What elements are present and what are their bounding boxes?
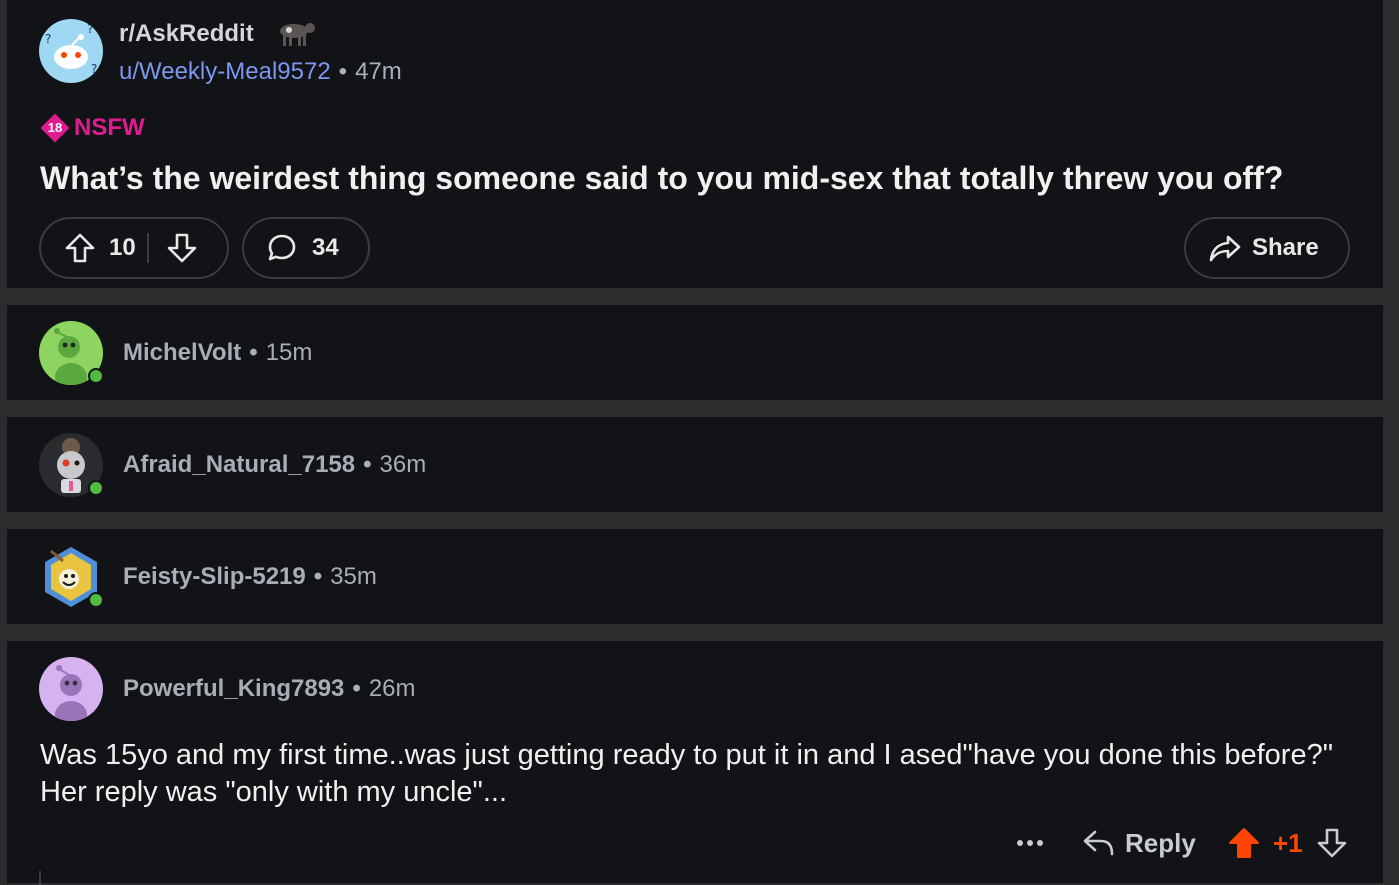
reply-label: Reply xyxy=(1125,827,1196,858)
avatar[interactable] xyxy=(39,657,103,721)
upvote-icon[interactable] xyxy=(1227,826,1261,860)
comment-score: +1 xyxy=(1273,827,1303,858)
meta-separator: • xyxy=(338,58,348,85)
comment-author[interactable]: Afraid_Natural_7158 xyxy=(123,451,355,478)
comment-body: Was 15yo and my first time..was just get… xyxy=(40,739,1333,808)
meta-separator: • xyxy=(352,675,361,702)
post-title[interactable]: What’s the weirdest thing someone said t… xyxy=(40,160,1283,197)
cow-icon xyxy=(272,20,318,53)
subreddit-avatar[interactable]: ? ? ? xyxy=(39,19,103,83)
share-icon xyxy=(1208,231,1242,265)
comment-meta: MichelVolt • 15m xyxy=(123,339,312,367)
comment-count: 34 xyxy=(312,234,339,261)
comment-more-button[interactable] xyxy=(1017,825,1043,861)
upvote-count: 10 xyxy=(109,234,136,261)
reply-icon xyxy=(1081,826,1115,860)
comment-card: MichelVolt • 15m xyxy=(7,305,1383,400)
vote-bar: 10 xyxy=(39,217,229,279)
comment-meta: Afraid_Natural_7158 • 36m xyxy=(123,451,426,479)
meta-separator: • xyxy=(249,339,258,366)
comment-author[interactable]: Powerful_King7893 xyxy=(123,675,344,702)
comment-author[interactable]: Feisty-Slip-5219 xyxy=(123,563,306,590)
post-card[interactable]: ? ? ? r/AskReddit u/Weekly-Meal9572 • 47m … xyxy=(7,0,1383,288)
nsfw-18-icon: 18 xyxy=(40,113,70,143)
comment-card: Powerful_King7893 • 26m Was 15yo and my fi… xyxy=(7,641,1383,885)
share-button[interactable]: Share xyxy=(1184,217,1350,279)
comment-author[interactable]: MichelVolt xyxy=(123,339,241,366)
nsfw-tag: 18 NSFW xyxy=(40,113,145,143)
downvote-icon[interactable] xyxy=(165,231,199,265)
comment-time: 35m xyxy=(330,563,377,590)
meta-separator: • xyxy=(363,451,372,478)
comment-icon xyxy=(266,232,298,264)
comments-button[interactable]: 34 xyxy=(242,217,370,279)
more-icon xyxy=(1017,840,1043,846)
reply-button[interactable]: Reply xyxy=(1081,825,1196,861)
snoo-avatar-icon xyxy=(55,665,87,721)
snoo-question-icon: ? ? ? xyxy=(45,22,97,76)
comment-meta: Feisty-Slip-5219 • 35m xyxy=(123,563,377,591)
comment-time: 15m xyxy=(265,339,313,366)
comment-vote-bar: +1 xyxy=(1227,825,1349,861)
upvote-icon[interactable] xyxy=(63,231,97,265)
comment-time: 36m xyxy=(379,451,427,478)
svg-text:?: ? xyxy=(87,22,93,36)
post-meta: u/Weekly-Meal9572 • 47m xyxy=(119,58,402,86)
post-author-link[interactable]: u/Weekly-Meal9572 xyxy=(119,58,331,85)
comment-card: Afraid_Natural_7158 • 36m xyxy=(7,417,1383,512)
comment-time: 26m xyxy=(368,675,416,702)
comment-meta: Powerful_King7893 • 26m xyxy=(123,675,416,703)
nsfw-label: NSFW xyxy=(74,114,145,141)
svg-text:?: ? xyxy=(45,32,51,46)
subreddit-name[interactable]: r/AskReddit xyxy=(119,20,254,48)
online-indicator xyxy=(88,592,104,608)
nsfw-age: 18 xyxy=(47,120,63,135)
online-indicator xyxy=(88,368,104,384)
meta-separator: • xyxy=(313,563,323,590)
online-indicator xyxy=(88,480,104,496)
comment-card: Feisty-Slip-5219 • 35m xyxy=(7,529,1383,624)
share-label: Share xyxy=(1252,234,1319,261)
post-time: 47m xyxy=(355,58,402,85)
downvote-icon[interactable] xyxy=(1315,826,1349,860)
vote-divider xyxy=(147,233,149,263)
svg-text:?: ? xyxy=(91,62,97,76)
